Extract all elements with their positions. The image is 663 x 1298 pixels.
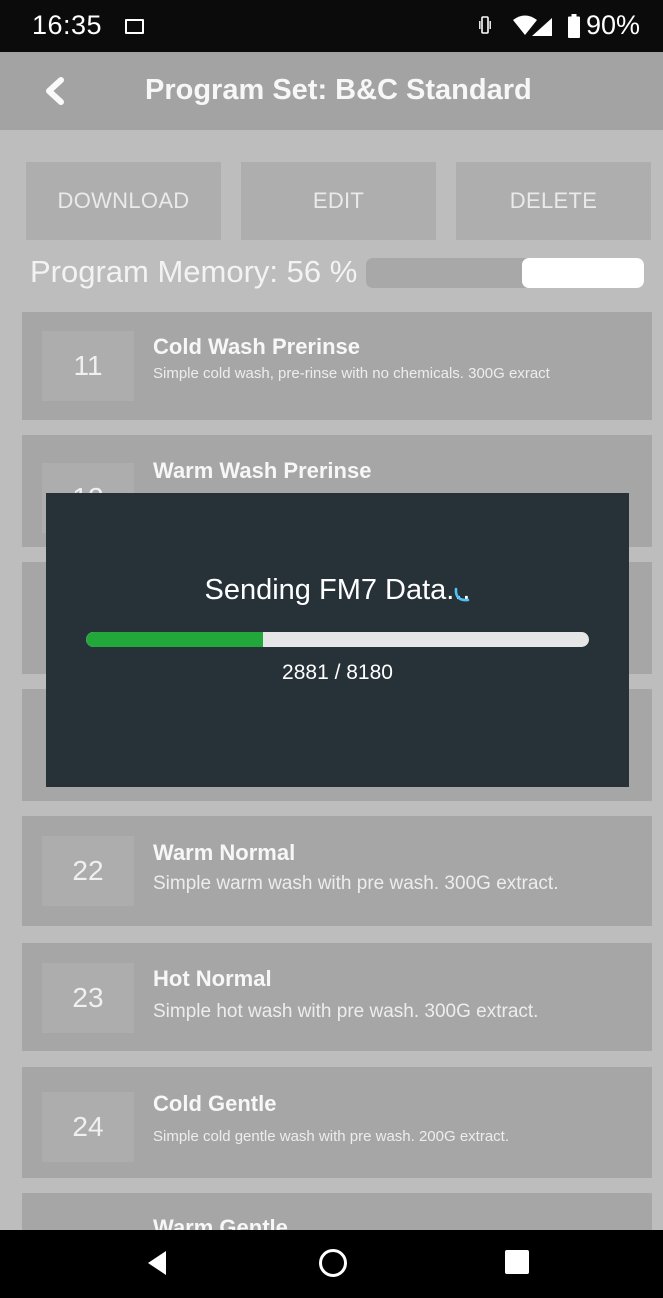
loading-spinner-icon: [454, 587, 470, 602]
program-row-11[interactable]: 11 Cold Wash Prerinse Simple cold wash, …: [22, 312, 652, 420]
program-memory-free-fill: [521, 258, 644, 288]
program-name: Warm Normal: [153, 840, 296, 865]
battery-percent: 90%: [586, 10, 641, 40]
program-row-23[interactable]: 23 Hot Normal Simple hot wash with pre w…: [22, 943, 652, 1051]
vibrate-icon: [479, 16, 491, 34]
program-description: Simple cold wash, pre-rinse with no chem…: [153, 365, 550, 382]
program-name: Warm Wash Prerinse: [153, 458, 372, 483]
page-title: Program Set: B&C Standard: [145, 74, 532, 106]
dialog-message: Sending FM7 Data...: [204, 574, 471, 606]
program-number: 22: [42, 836, 134, 906]
program-number: 23: [42, 963, 134, 1033]
system-nav-bar: [0, 1230, 663, 1298]
program-description: Simple warm wash with pre wash. 300G ext…: [153, 873, 559, 894]
status-bar: 16:35 90%: [0, 0, 663, 52]
program-name: Cold Gentle: [153, 1091, 277, 1116]
cast-icon: [125, 19, 144, 34]
chevron-left-icon[interactable]: [40, 76, 70, 106]
program-number: 24: [42, 1092, 134, 1162]
program-number: 11: [42, 331, 134, 401]
program-memory-bar: [366, 258, 644, 288]
program-description: Simple hot wash with pre wash. 300G extr…: [153, 1001, 539, 1022]
program-row-24[interactable]: 24 Cold Gentle Simple cold gentle wash w…: [22, 1067, 652, 1178]
progress-count: 2881 / 8180: [282, 661, 393, 684]
upload-progress-bar: [86, 632, 589, 647]
program-description: Simple cold gentle wash with pre wash. 2…: [153, 1128, 510, 1145]
app-bar: Program Set: B&C Standard: [0, 52, 663, 130]
back-triangle-icon[interactable]: [146, 1250, 168, 1276]
battery-icon: [568, 14, 580, 38]
edit-button[interactable]: EDIT: [241, 162, 436, 240]
program-name: Hot Normal: [153, 966, 272, 991]
clock: 16:35: [32, 10, 103, 40]
signal-icon: [532, 18, 552, 36]
recents-square-icon[interactable]: [505, 1250, 529, 1274]
sending-progress-dialog: Sending FM7 Data... 2881 / 8180: [46, 493, 629, 787]
program-name: Cold Wash Prerinse: [153, 334, 361, 359]
home-circle-icon[interactable]: [318, 1248, 348, 1278]
program-row-22[interactable]: 22 Warm Normal Simple warm wash with pre…: [22, 816, 652, 926]
upload-progress-fill: [86, 632, 264, 647]
delete-button[interactable]: DELETE: [456, 162, 651, 240]
program-memory-label: Program Memory: 56 %: [30, 254, 358, 289]
download-button[interactable]: DOWNLOAD: [26, 162, 221, 240]
